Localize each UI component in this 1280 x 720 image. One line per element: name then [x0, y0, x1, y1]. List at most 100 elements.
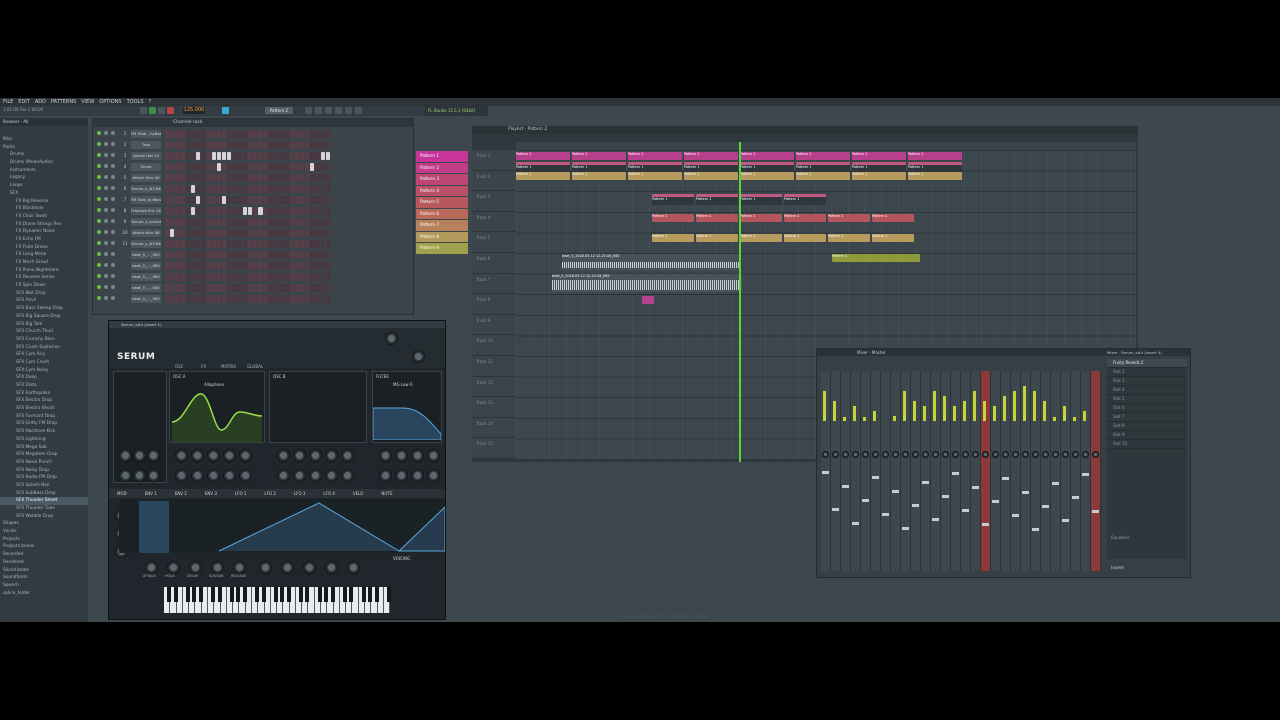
step-button[interactable] — [284, 294, 289, 303]
step-button[interactable] — [289, 140, 294, 149]
step-button[interactable] — [325, 162, 330, 171]
menu-help[interactable]: ? — [149, 98, 152, 106]
track-header[interactable]: Track 3 — [472, 191, 516, 212]
step-button[interactable] — [227, 129, 232, 138]
step-button[interactable] — [180, 239, 185, 248]
step-button[interactable] — [258, 151, 263, 160]
synth-knob[interactable] — [147, 449, 160, 462]
volume-fader[interactable] — [852, 522, 859, 525]
step-button[interactable] — [284, 217, 289, 226]
channel-number[interactable]: 8 — [121, 207, 129, 215]
step-button[interactable] — [279, 151, 284, 160]
step-button[interactable] — [180, 173, 185, 182]
browser-item[interactable]: Instruments — [0, 167, 88, 175]
synth-knob[interactable] — [325, 469, 338, 482]
pattern-clip[interactable]: Pattern 1 — [784, 214, 826, 222]
step-button[interactable] — [248, 283, 253, 292]
step-button[interactable] — [242, 151, 247, 160]
step-button[interactable] — [165, 239, 170, 248]
step-button[interactable] — [315, 195, 320, 204]
step-button[interactable] — [299, 294, 305, 303]
channel-name-button[interactable]: Attack Kick 08 — [131, 228, 161, 237]
step-button[interactable] — [325, 272, 330, 281]
step-button[interactable] — [305, 151, 310, 160]
volume-fader[interactable] — [1072, 496, 1079, 499]
step-button[interactable] — [206, 261, 211, 270]
step-button[interactable] — [248, 217, 253, 226]
step-button[interactable] — [284, 283, 289, 292]
step-button[interactable] — [268, 261, 273, 270]
channel-volume-knob[interactable] — [111, 175, 115, 179]
browser-item[interactable]: Packs — [0, 144, 88, 152]
channel-pan-knob[interactable] — [104, 186, 108, 190]
step-button[interactable] — [310, 239, 315, 248]
step-button[interactable] — [227, 294, 232, 303]
step-button[interactable] — [315, 283, 320, 292]
step-button[interactable] — [237, 173, 242, 182]
synth-knob[interactable] — [175, 449, 188, 462]
step-button[interactable] — [206, 206, 211, 215]
step-button[interactable] — [305, 217, 310, 226]
step-button[interactable] — [268, 195, 273, 204]
mod-tab[interactable]: ENV 3 — [205, 489, 217, 498]
step-button[interactable] — [310, 162, 315, 171]
pattern-clip[interactable]: Pattern 1 — [908, 152, 962, 160]
step-button[interactable] — [273, 239, 279, 248]
step-button[interactable] — [325, 173, 330, 182]
step-button[interactable] — [279, 239, 284, 248]
step-button[interactable] — [310, 250, 315, 259]
volume-fader[interactable] — [942, 495, 949, 498]
step-button[interactable] — [325, 140, 330, 149]
pattern-clip[interactable]: Pattern 1 — [572, 172, 626, 180]
step-button[interactable] — [180, 206, 185, 215]
browser-item[interactable]: SFX Crush Explosion — [0, 344, 88, 352]
master-knob[interactable] — [412, 350, 425, 363]
step-button[interactable] — [294, 195, 299, 204]
step-button[interactable] — [263, 283, 268, 292]
volume-fader[interactable] — [822, 471, 829, 474]
step-button[interactable] — [227, 250, 232, 259]
step-button[interactable] — [289, 228, 294, 237]
menu-add[interactable]: ADD — [35, 98, 46, 106]
step-button[interactable] — [211, 184, 216, 193]
step-button[interactable] — [237, 140, 242, 149]
step-button[interactable] — [222, 294, 227, 303]
browser-item[interactable]: SFX Wobble Drop — [0, 513, 88, 521]
piano-black-key[interactable] — [362, 587, 366, 602]
step-button[interactable] — [315, 184, 320, 193]
step-button[interactable] — [165, 217, 170, 226]
step-button[interactable] — [248, 228, 253, 237]
step-button[interactable] — [170, 261, 175, 270]
step-button[interactable] — [263, 151, 268, 160]
step-button[interactable] — [315, 206, 320, 215]
lfo-knob[interactable] — [303, 561, 316, 574]
step-button[interactable] — [253, 162, 258, 171]
browser-item[interactable]: Drums — [0, 151, 88, 159]
step-button[interactable] — [201, 173, 206, 182]
step-button[interactable] — [310, 283, 315, 292]
step-button[interactable] — [201, 151, 206, 160]
pattern-clip[interactable]: Pattern 1 — [872, 234, 914, 242]
pan-knob[interactable] — [1032, 451, 1039, 458]
pattern-list-item[interactable]: Pattern 5 — [416, 197, 468, 208]
step-button[interactable] — [263, 228, 268, 237]
step-button[interactable] — [248, 151, 253, 160]
browser-item[interactable]: FX Dynamic Noise — [0, 228, 88, 236]
track-header[interactable]: Track 1 — [472, 150, 516, 171]
volume-fader[interactable] — [1052, 482, 1059, 485]
browser-item[interactable]: SFX Thunder Sheet — [0, 497, 88, 505]
volume-fader[interactable] — [952, 472, 959, 475]
browser-item[interactable]: SFX Mega Sub — [0, 444, 88, 452]
step-button[interactable] — [299, 140, 305, 149]
step-button[interactable] — [248, 272, 253, 281]
step-button[interactable] — [170, 206, 175, 215]
step-button[interactable] — [268, 184, 273, 193]
step-button[interactable] — [206, 228, 211, 237]
step-button[interactable] — [170, 272, 175, 281]
step-button[interactable] — [180, 250, 185, 259]
channel-mute-led[interactable] — [97, 296, 101, 300]
pattern-clip[interactable]: Pattern 1 — [828, 214, 870, 222]
step-button[interactable] — [325, 261, 330, 270]
mod-tab[interactable]: VELO — [353, 489, 364, 498]
step-button[interactable] — [190, 261, 196, 270]
